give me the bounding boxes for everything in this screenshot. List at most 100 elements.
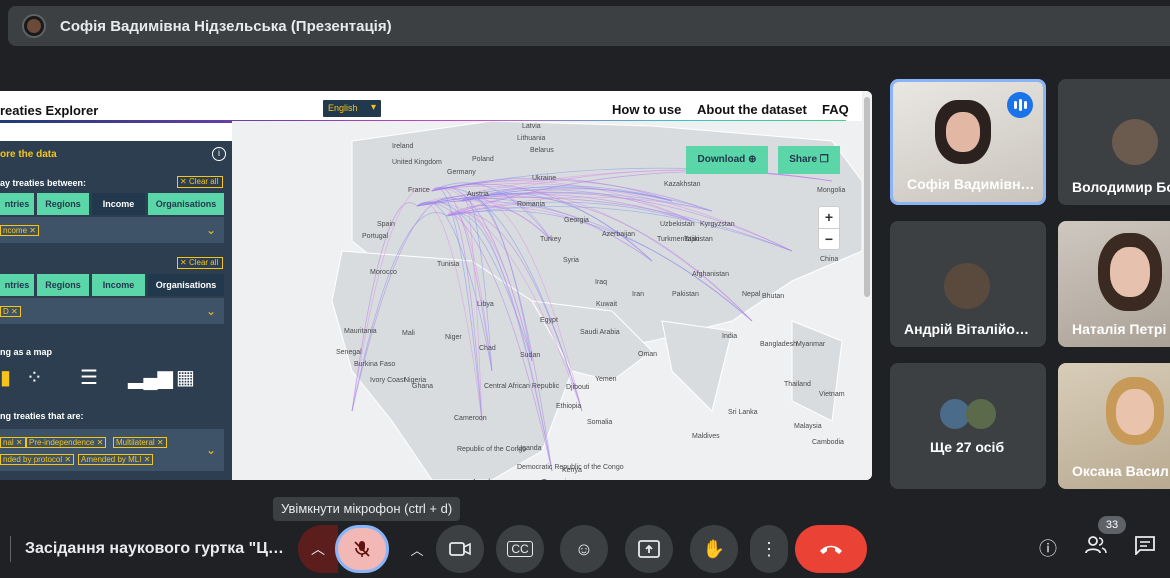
- tab-income-2[interactable]: Income: [92, 274, 145, 296]
- country-label: Sudan: [520, 352, 541, 359]
- present-button[interactable]: [625, 525, 673, 573]
- country-label: Maldives: [692, 433, 720, 440]
- viz-icon-row: ▮ ⁘ ☰ ▂▄▆ ▦: [0, 365, 232, 393]
- participant-tile[interactable]: Володимир Бо: [1058, 79, 1170, 205]
- app-title: reaties Explorer: [0, 103, 99, 118]
- tab-income[interactable]: Income: [92, 193, 145, 215]
- country-label: Belarus: [530, 147, 554, 154]
- camera-icon: [449, 542, 471, 556]
- tab-organisations-2[interactable]: Organisations: [148, 274, 224, 296]
- mic-off-icon: [354, 541, 370, 557]
- country-label: Kyrgyzstan: [700, 221, 735, 228]
- nav-how-to-use[interactable]: How to use: [612, 102, 681, 117]
- map-view-icon[interactable]: ▮: [0, 365, 11, 390]
- chat-button[interactable]: [1131, 535, 1159, 563]
- country-label: Tajikistan: [684, 236, 713, 243]
- nav-about-dataset[interactable]: About the dataset: [697, 102, 807, 117]
- presenter-avatar: [22, 14, 46, 38]
- country-label: Central African Republic: [484, 383, 560, 390]
- participant-name: Володимир Бо: [1072, 179, 1170, 195]
- participant-tile[interactable]: Оксана Васил: [1058, 363, 1170, 489]
- participant-name: Оксана Васил: [1072, 463, 1169, 479]
- language-select[interactable]: English ▾: [323, 100, 381, 117]
- filter-box-1[interactable]: ncome ✕ ⌄: [0, 217, 224, 243]
- tab-countries-2[interactable]: ntries: [0, 274, 34, 296]
- clear-all-button-2[interactable]: ✕ Clear all: [177, 257, 223, 269]
- camera-options-button[interactable]: ︿: [400, 525, 434, 573]
- treaty-chip[interactable]: Multilateral ✕: [113, 437, 167, 448]
- speaking-indicator-icon: [1007, 92, 1033, 118]
- chevron-down-icon[interactable]: ⌄: [206, 304, 216, 318]
- tabs-row-1: ntries Regions Income Organisations: [0, 193, 224, 215]
- clear-all-button[interactable]: ✕ Clear all: [177, 176, 223, 188]
- country-label: Germany: [447, 169, 476, 176]
- nav-faq[interactable]: FAQ: [822, 102, 849, 117]
- country-label: Georgia: [564, 217, 589, 224]
- participant-tile[interactable]: Андрій Віталійо…: [890, 221, 1046, 347]
- participant-tile[interactable]: Наталія Петрі: [1058, 221, 1170, 347]
- captions-button[interactable]: CC: [496, 525, 544, 573]
- chevron-down-icon[interactable]: ⌄: [206, 443, 216, 457]
- bar-view-icon[interactable]: ▂▄▆: [128, 365, 173, 390]
- country-label: Oman: [638, 351, 658, 358]
- mic-toggle-button[interactable]: [335, 525, 389, 573]
- filter-box-3[interactable]: nal ✕ Pre-independence ✕ Multilateral ✕ …: [0, 429, 224, 471]
- table-view-icon[interactable]: ▦: [176, 365, 195, 390]
- world-map[interactable]: Download ⊕ Share ❐ + − Latvia Lithuania Be…: [232, 121, 862, 480]
- country-label: Niger: [445, 334, 462, 341]
- participant-tile-presenter[interactable]: Софія Вадимівн…: [890, 79, 1046, 205]
- share-button[interactable]: Share ❐: [778, 146, 840, 174]
- treaty-chip[interactable]: Pre-independence ✕: [26, 437, 107, 448]
- filter-chip-2[interactable]: D ✕: [0, 306, 21, 317]
- treaty-chip[interactable]: nded by protocol ✕: [0, 454, 75, 465]
- meeting-info-button[interactable]: ⓘ: [1034, 535, 1062, 563]
- country-label: Iraq: [595, 279, 608, 286]
- country-label: Vietnam: [819, 391, 845, 398]
- list-view-icon[interactable]: ☰: [80, 365, 98, 390]
- zoom-control: + −: [818, 206, 840, 250]
- filter-box-2[interactable]: D ✕ ⌄: [0, 298, 224, 324]
- tab-countries[interactable]: ntries: [0, 193, 34, 215]
- section-label: ay treaties between:: [0, 178, 87, 188]
- tab-regions[interactable]: Regions: [37, 193, 89, 215]
- filter-chip[interactable]: ncome ✕: [0, 225, 39, 236]
- mic-options-button[interactable]: ︿: [298, 525, 338, 573]
- tab-regions-2[interactable]: Regions: [37, 274, 89, 296]
- country-label: India: [722, 333, 738, 340]
- reactions-button[interactable]: ☺: [560, 525, 608, 573]
- chevron-down-icon[interactable]: ⌄: [206, 223, 216, 237]
- info-icon[interactable]: i: [212, 147, 226, 161]
- country-label: Saudi Arabia: [580, 329, 620, 336]
- country-label: Cambodia: [812, 439, 844, 446]
- country-label: Uzbekistan: [660, 221, 695, 228]
- country-label: Iran: [632, 291, 645, 298]
- country-label: Kenya: [562, 467, 582, 474]
- tabs-row-2: ntries Regions Income Organisations: [0, 274, 224, 296]
- country-label: Kazakhstan: [664, 181, 701, 188]
- participants-button[interactable]: [1082, 535, 1110, 563]
- country-label: Austria: [467, 191, 489, 198]
- avatar: [1112, 119, 1158, 165]
- tab-organisations[interactable]: Organisations: [148, 193, 224, 215]
- download-button[interactable]: Download ⊕: [686, 146, 768, 174]
- raise-hand-button[interactable]: ✋: [690, 525, 738, 573]
- country-label: Myanmar: [796, 341, 826, 348]
- camera-toggle-button[interactable]: [436, 525, 484, 573]
- leave-call-button[interactable]: [795, 525, 867, 573]
- treaty-chip[interactable]: Amended by MLI ✕: [78, 454, 154, 465]
- more-options-button[interactable]: ⋮: [750, 525, 788, 573]
- scatter-view-icon[interactable]: ⁘: [26, 365, 43, 390]
- treaty-chip[interactable]: nal ✕: [0, 437, 26, 448]
- presentation-banner: Софія Вадимівна Нідзельська (Презентація…: [8, 6, 1170, 46]
- country-label: Djibouti: [566, 384, 590, 391]
- zoom-in-button[interactable]: +: [819, 207, 839, 228]
- more-participants-tile[interactable]: Ще 27 осіб: [890, 363, 1046, 489]
- country-label: Morocco: [370, 269, 397, 276]
- panel-heading: ore the data: [0, 149, 57, 160]
- avatar: [944, 263, 990, 309]
- people-icon: [1085, 536, 1107, 554]
- country-label: Malaysia: [794, 423, 822, 430]
- country-label: Spain: [377, 221, 395, 228]
- page-scrollbar[interactable]: [862, 91, 872, 480]
- zoom-out-button[interactable]: −: [819, 228, 839, 249]
